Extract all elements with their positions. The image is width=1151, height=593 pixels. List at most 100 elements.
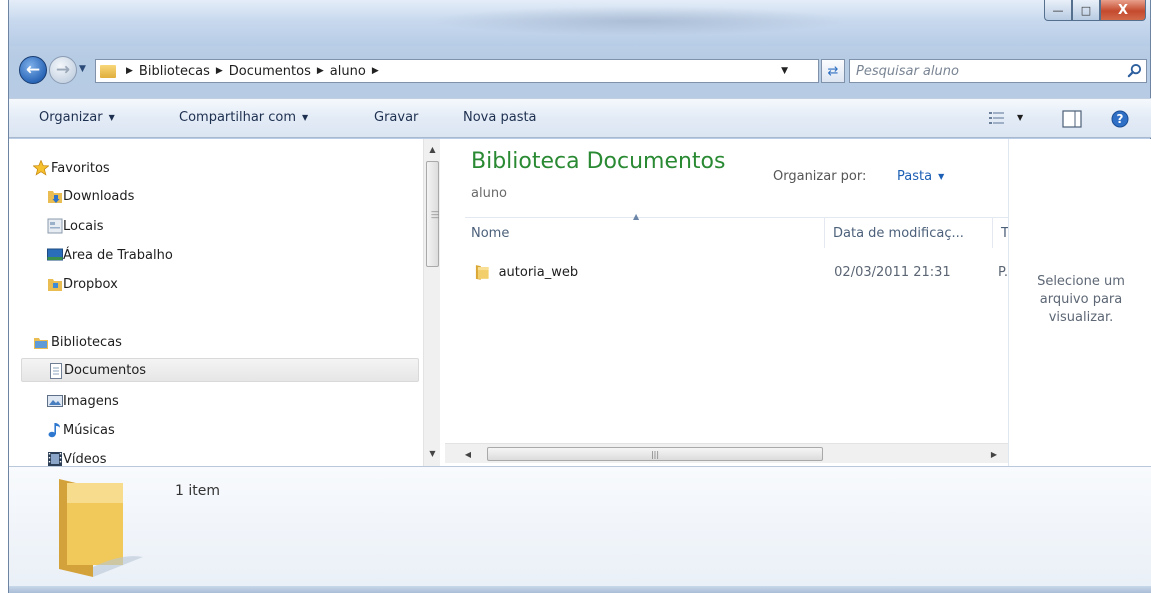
navigation-row: ← → ▼ ▶ Bibliotecas ▶ Documentos ▶ aluno… (19, 56, 1149, 86)
details-pane: 1 item (9, 466, 1151, 586)
dropbox-folder-icon (48, 279, 62, 291)
nav-item-downloads[interactable]: Downloads (21, 184, 419, 208)
column-date[interactable]: Data de modificaç... (827, 218, 993, 248)
nav-item-locais[interactable]: Locais (21, 214, 419, 238)
nav-item-imagens[interactable]: Imagens (21, 389, 419, 413)
close-button[interactable]: X (1100, 0, 1146, 21)
chevron-down-icon: ▼ (302, 113, 309, 122)
maximize-icon: □ (1080, 3, 1092, 17)
address-bar[interactable]: ▶ Bibliotecas ▶ Documentos ▶ aluno ▶ ▼ (95, 59, 819, 83)
arrange-by-value: Pasta (897, 169, 933, 184)
nav-favorites[interactable]: Favoritos (21, 156, 419, 180)
new-folder-button[interactable]: Nova pasta (463, 110, 537, 125)
file-date: 02/03/2011 21:31 (834, 264, 951, 280)
nav-pane-scrollbar[interactable]: ▲ — — — ▼ (423, 139, 440, 466)
scrollbar-thumb[interactable]: — — — (426, 161, 439, 267)
nav-item-dropbox[interactable]: Dropbox (21, 272, 419, 296)
column-name-label: Nome (471, 225, 510, 241)
search-placeholder: Pesquisar aluno (856, 63, 959, 79)
documents-icon (50, 363, 62, 379)
star-icon (33, 160, 49, 176)
svg-text:?: ? (1117, 112, 1124, 126)
minimize-icon: — (1052, 3, 1064, 17)
arrange-by-label: Organizar por: (773, 169, 867, 184)
nav-item-desktop[interactable]: Área de Trabalho (21, 243, 419, 267)
chevron-right-icon[interactable]: ▶ (216, 66, 223, 76)
maximize-button[interactable]: □ (1072, 0, 1100, 21)
column-header: Nome ▲ Data de modificaç... Ti (465, 212, 1012, 248)
grip-icon: — — — (431, 207, 439, 222)
nav-item-label: Locais (63, 218, 104, 234)
nav-item-label: Dropbox (63, 276, 118, 292)
refresh-button[interactable]: ⇄ (821, 59, 845, 83)
forward-arrow-icon: → (55, 60, 71, 80)
navigation-pane: Favoritos Downloads Locais Área de Traba… (9, 139, 441, 467)
nav-libraries[interactable]: Bibliotecas (21, 330, 419, 354)
breadcrumb-item-aluno[interactable]: aluno (330, 64, 366, 79)
video-icon (48, 452, 62, 466)
organize-label: Organizar (39, 110, 103, 125)
burn-button[interactable]: Gravar (374, 110, 418, 125)
grip-icon: ||| (650, 449, 660, 459)
search-icon[interactable] (1127, 63, 1142, 78)
nav-item-label: Downloads (63, 188, 135, 204)
help-button[interactable]: ? (1109, 109, 1131, 129)
libraries-icon (34, 338, 48, 349)
large-folder-icon (59, 479, 143, 577)
share-with-menu[interactable]: Compartilhar com ▼ (179, 110, 308, 125)
explorer-window: — □ X ← → ▼ ▶ Bibliotecas ▶ Documentos ▶… (8, 0, 1151, 593)
address-dropdown-icon[interactable]: ▼ (781, 66, 788, 76)
sort-ascending-icon: ▲ (633, 212, 640, 221)
forward-button[interactable]: → (49, 56, 77, 84)
file-type: P. (998, 264, 1008, 280)
nav-favorites-label: Favoritos (51, 160, 110, 176)
scroll-down-icon[interactable]: ▼ (424, 445, 441, 462)
preview-pane-icon (1062, 110, 1082, 128)
preview-pane-button[interactable] (1061, 109, 1083, 129)
chevron-down-icon: ▼ (938, 172, 945, 181)
scroll-up-icon[interactable]: ▲ (424, 141, 441, 158)
help-icon: ? (1111, 110, 1129, 128)
chevron-right-icon[interactable]: ▶ (126, 66, 133, 76)
change-view-button[interactable] (987, 109, 1007, 127)
column-name[interactable]: Nome ▲ (465, 212, 825, 248)
minimize-button[interactable]: — (1044, 0, 1072, 21)
file-list-horizontal-scrollbar[interactable]: ◀ ||| ▶ (445, 443, 1008, 463)
scroll-right-icon[interactable]: ▶ (985, 444, 1003, 464)
recent-places-icon (47, 218, 63, 234)
breadcrumb: ▶ Bibliotecas ▶ Documentos ▶ aluno ▶ (120, 64, 385, 79)
chevron-right-icon[interactable]: ▶ (317, 66, 324, 76)
arrange-by-dropdown[interactable]: Pasta ▼ (897, 169, 944, 184)
column-date-label: Data de modificaç... (833, 225, 964, 241)
nav-item-label: Imagens (63, 393, 119, 409)
organize-menu[interactable]: Organizar ▼ (39, 110, 115, 125)
caption-buttons: — □ X (1044, 0, 1146, 21)
music-icon (48, 423, 60, 438)
scrollbar-thumb[interactable]: ||| (487, 447, 823, 461)
breadcrumb-item-documentos[interactable]: Documentos (229, 64, 311, 79)
nav-item-documentos[interactable]: Documentos (21, 358, 419, 382)
chevron-right-icon[interactable]: ▶ (372, 66, 379, 76)
recent-pages-dropdown[interactable]: ▼ (79, 64, 86, 74)
folder-icon (475, 265, 489, 280)
title-bar[interactable]: — □ X (9, 0, 1150, 46)
item-count: 1 item (175, 483, 220, 499)
burn-label: Gravar (374, 110, 419, 125)
file-list-pane: Biblioteca Documentos aluno Organizar po… (445, 139, 1012, 466)
view-dropdown-icon[interactable]: ▼ (1017, 113, 1023, 122)
command-bar: Organizar ▼ Compartilhar com ▼ Gravar Nova… (9, 98, 1151, 138)
content-area: Favoritos Downloads Locais Área de Traba… (9, 139, 1151, 467)
close-icon: X (1117, 2, 1129, 18)
back-arrow-icon: ← (25, 60, 41, 80)
breadcrumb-item-bibliotecas[interactable]: Bibliotecas (139, 64, 210, 79)
file-name: autoria_web (498, 264, 579, 280)
nav-item-label: Vídeos (63, 451, 107, 467)
scroll-left-icon[interactable]: ◀ (459, 444, 477, 464)
view-list-icon (989, 112, 1004, 124)
preview-message: Selecione um arquivo para visualizar. (1037, 274, 1125, 325)
search-box[interactable]: Pesquisar aluno (849, 59, 1147, 83)
file-row[interactable]: autoria_web 02/03/2011 21:31 P. (465, 259, 1008, 285)
back-button[interactable]: ← (19, 56, 47, 84)
library-title: Biblioteca Documentos (471, 149, 726, 174)
nav-item-musicas[interactable]: Músicas (21, 418, 419, 442)
